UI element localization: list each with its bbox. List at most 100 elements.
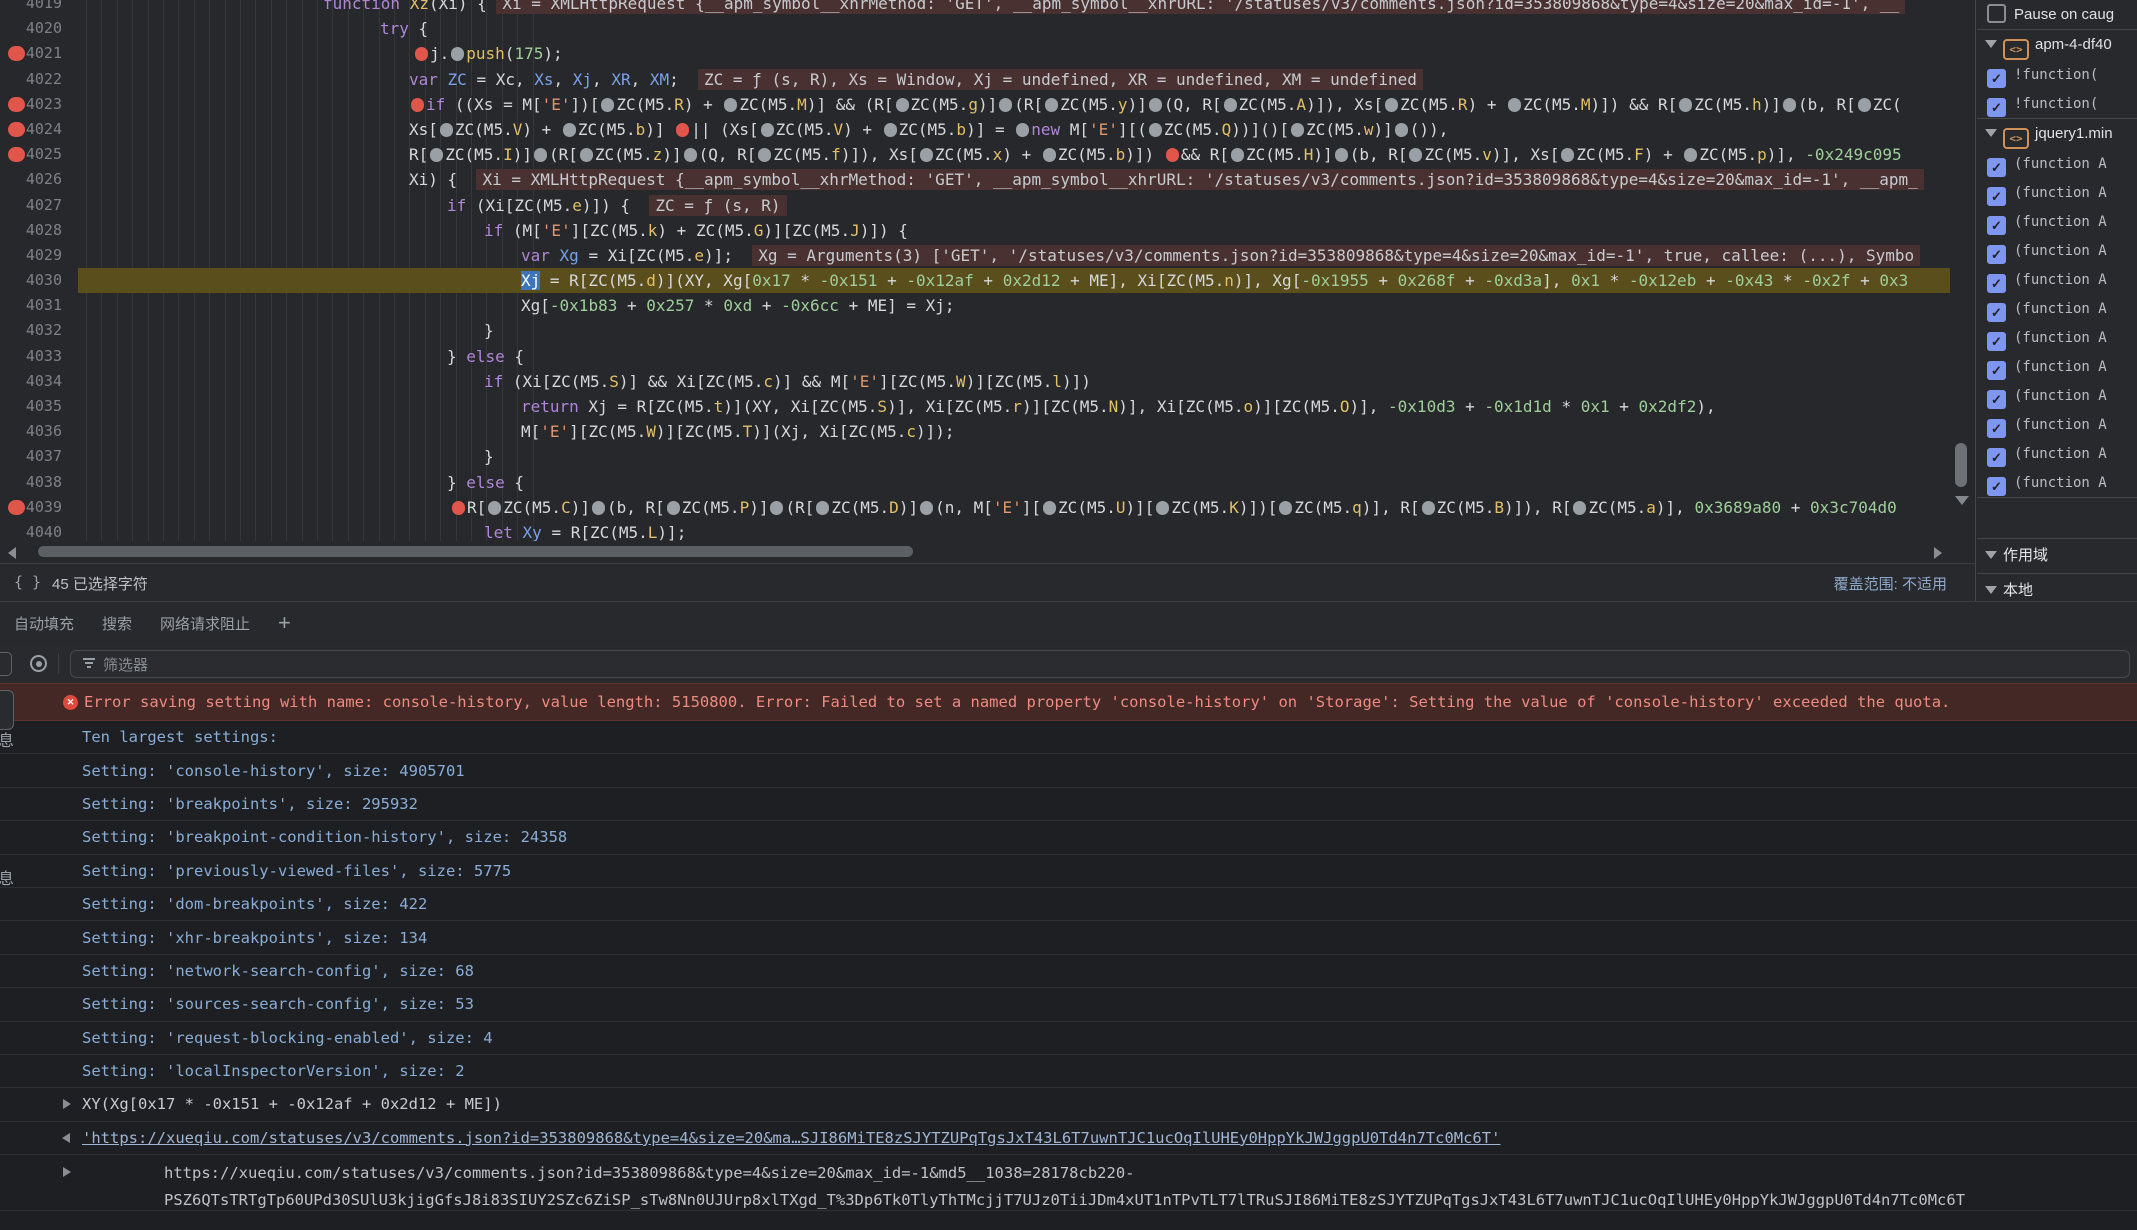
- code-line[interactable]: 4033} else {: [0, 344, 1950, 369]
- breakpoint-item[interactable]: ✓!function(: [1977, 60, 2137, 89]
- breakpoint-checkbox[interactable]: ✓: [1987, 158, 2006, 177]
- code-line[interactable]: 4029var Xg = Xi[ZC(M5.e)]; Xg = Argument…: [0, 243, 1950, 268]
- inline-breakpoint-candidate-icon[interactable]: [534, 148, 547, 162]
- scroll-left-arrow-icon[interactable]: [8, 547, 16, 559]
- inline-breakpoint-candidate-icon[interactable]: [920, 148, 933, 162]
- inline-breakpoint-active-icon[interactable]: [411, 98, 424, 112]
- breakpoint-item[interactable]: ✓(function A: [1977, 352, 2137, 381]
- breakpoint-group-header[interactable]: <>apm-4-df40: [1977, 30, 2137, 60]
- code-line[interactable]: 4037}: [0, 444, 1950, 469]
- console-log-row[interactable]: Setting: 'sources-search-config', size: …: [0, 988, 2137, 1021]
- breakpoint-checkbox[interactable]: ✓: [1987, 245, 2006, 264]
- inline-breakpoint-candidate-icon[interactable]: [1335, 148, 1348, 162]
- inline-breakpoint-candidate-icon[interactable]: [896, 98, 909, 112]
- console-log-row[interactable]: Setting: 'breakpoint-condition-history',…: [0, 821, 2137, 854]
- chevron-down-icon[interactable]: [1985, 129, 1997, 137]
- code-line[interactable]: 4027if (Xi[ZC(M5.e)]) { ZC = ƒ (s, R): [0, 193, 1950, 218]
- inline-breakpoint-candidate-icon[interactable]: [1783, 98, 1796, 112]
- expand-arrow-icon[interactable]: [63, 1099, 71, 1109]
- inline-breakpoint-candidate-icon[interactable]: [770, 501, 783, 515]
- inline-breakpoint-candidate-icon[interactable]: [488, 501, 501, 515]
- editor-vertical-scrollbar[interactable]: [1955, 443, 1967, 487]
- code-editor[interactable]: 4019function Xz(Xi) { Xi = XMLHttpReques…: [0, 0, 1950, 541]
- console-log-row[interactable]: Setting: 'dom-breakpoints', size: 422: [0, 888, 2137, 921]
- console-sidebar-sliver-label-2[interactable]: 息: [0, 865, 14, 889]
- inline-breakpoint-candidate-icon[interactable]: [1016, 123, 1029, 137]
- console-log-row[interactable]: Setting: 'breakpoints', size: 295932: [0, 788, 2137, 821]
- inline-breakpoint-candidate-icon[interactable]: [1561, 148, 1574, 162]
- breakpoint-item[interactable]: ✓!function(: [1977, 89, 2137, 119]
- console-sidebar-toggle-icon[interactable]: [0, 652, 12, 676]
- chevron-down-icon[interactable]: [1985, 40, 1997, 48]
- code-line[interactable]: 4032}: [0, 318, 1950, 343]
- console-sidebar-sliver-icon[interactable]: [0, 690, 14, 730]
- inline-breakpoint-candidate-icon[interactable]: [563, 123, 576, 137]
- inline-breakpoint-candidate-icon[interactable]: [1385, 98, 1398, 112]
- code-line[interactable]: 4023if ((Xs = M['E'])[ZC(M5.R) + ZC(M5.M…: [0, 92, 1950, 117]
- chevron-down-icon[interactable]: [1985, 551, 1997, 559]
- console-log-row[interactable]: Ten largest settings:: [0, 721, 2137, 754]
- pretty-print-icon[interactable]: { }: [14, 573, 41, 591]
- chevron-down-icon[interactable]: [1985, 586, 1997, 594]
- pause-on-caught-checkbox[interactable]: [1987, 4, 2006, 23]
- inline-breakpoint-candidate-icon[interactable]: [580, 148, 593, 162]
- code-line[interactable]: 4036M['E'][ZC(M5.W)][ZC(M5.T)](Xj, Xi[ZC…: [0, 419, 1950, 444]
- inline-breakpoint-candidate-icon[interactable]: [1858, 98, 1871, 112]
- scroll-down-arrow-icon[interactable]: [1955, 496, 1969, 505]
- breakpoint-item[interactable]: ✓(function A: [1977, 178, 2137, 207]
- inline-breakpoint-candidate-icon[interactable]: [1156, 501, 1169, 515]
- inline-breakpoint-candidate-icon[interactable]: [1679, 98, 1692, 112]
- inline-breakpoint-candidate-icon[interactable]: [1409, 148, 1422, 162]
- code-line[interactable]: 4030Xj = R[ZC(M5.d)](XY, Xg[0x17 * -0x15…: [0, 268, 1950, 293]
- inline-breakpoint-candidate-icon[interactable]: [1395, 123, 1408, 137]
- code-line[interactable]: 4031Xg[-0x1b83 + 0x257 * 0xd + -0x6cc + …: [0, 293, 1950, 318]
- console-expression-row[interactable]: XY(Xg[0x17 * -0x151 + -0x12af + 0x2d12 +…: [0, 1088, 2137, 1121]
- breakpoint-item[interactable]: ✓(function A: [1977, 468, 2137, 498]
- code-line[interactable]: 4040let Xy = R[ZC(M5.L)];: [0, 520, 1950, 541]
- inline-breakpoint-candidate-icon[interactable]: [440, 123, 453, 137]
- sidebar-section-作用域[interactable]: 作用域: [1977, 538, 2137, 573]
- inline-breakpoint-candidate-icon[interactable]: [430, 148, 443, 162]
- code-line[interactable]: 4025R[ZC(M5.I)](R[ZC(M5.z)](Q, R[ZC(M5.f…: [0, 142, 1950, 167]
- console-filter-input[interactable]: 筛选器: [70, 650, 2130, 678]
- inline-breakpoint-candidate-icon[interactable]: [816, 501, 829, 515]
- code-line[interactable]: 4026Xi) { Xi = XMLHttpRequest {__apm_sym…: [0, 167, 1950, 192]
- breakpoint-item[interactable]: ✓(function A: [1977, 236, 2137, 265]
- code-line[interactable]: 4019function Xz(Xi) { Xi = XMLHttpReques…: [0, 0, 1950, 16]
- inline-breakpoint-candidate-icon[interactable]: [758, 148, 771, 162]
- breakpoint-checkbox[interactable]: ✓: [1987, 187, 2006, 206]
- inline-breakpoint-candidate-icon[interactable]: [724, 98, 737, 112]
- scroll-right-arrow-icon[interactable]: [1934, 547, 1942, 559]
- breakpoint-item[interactable]: ✓(function A: [1977, 149, 2137, 178]
- breakpoint-item[interactable]: ✓(function A: [1977, 439, 2137, 468]
- inline-breakpoint-candidate-icon[interactable]: [1291, 123, 1304, 137]
- inline-breakpoint-candidate-icon[interactable]: [667, 501, 680, 515]
- horizontal-scroll-thumb[interactable]: [38, 546, 913, 557]
- inline-breakpoint-active-icon[interactable]: [1166, 148, 1179, 162]
- inline-breakpoint-candidate-icon[interactable]: [761, 123, 774, 137]
- breakpoint-checkbox[interactable]: ✓: [1987, 361, 2006, 380]
- inline-breakpoint-candidate-icon[interactable]: [1224, 98, 1237, 112]
- inline-breakpoint-candidate-icon[interactable]: [1149, 98, 1162, 112]
- code-line[interactable]: 4035return Xj = R[ZC(M5.t)](XY, Xi[ZC(M5…: [0, 394, 1950, 419]
- breakpoint-item[interactable]: ✓(function A: [1977, 265, 2137, 294]
- breakpoint-checkbox[interactable]: ✓: [1987, 390, 2006, 409]
- code-line[interactable]: 4024Xs[ZC(M5.V) + ZC(M5.b)] || (Xs[ZC(M5…: [0, 117, 1950, 142]
- code-line[interactable]: 4038} else {: [0, 470, 1950, 495]
- console-log-row[interactable]: Setting: 'previously-viewed-files', size…: [0, 855, 2137, 888]
- inline-breakpoint-candidate-icon[interactable]: [1573, 501, 1586, 515]
- inline-breakpoint-active-icon[interactable]: [452, 501, 465, 515]
- console-sidebar-sliver-label[interactable]: 息: [0, 727, 14, 751]
- code-line[interactable]: 4021j.push(175);: [0, 41, 1950, 66]
- breakpoint-checkbox[interactable]: ✓: [1987, 332, 2006, 351]
- sidebar-section-本地[interactable]: 本地: [1977, 573, 2137, 601]
- console-result-row[interactable]: 'https://xueqiu.com/statuses/v3/comments…: [0, 1122, 2137, 1155]
- drawer-tab-自动填充[interactable]: 自动填充: [14, 613, 74, 634]
- console-error-row[interactable]: ✕ Error saving setting with name: consol…: [0, 683, 2137, 721]
- pause-on-caught-row[interactable]: Pause on caug: [1977, 0, 2137, 30]
- inline-breakpoint-candidate-icon[interactable]: [920, 501, 933, 515]
- inline-breakpoint-candidate-icon[interactable]: [884, 123, 897, 137]
- console-log-row[interactable]: Setting: 'localInspectorVersion', size: …: [0, 1055, 2137, 1088]
- inline-breakpoint-candidate-icon[interactable]: [1508, 98, 1521, 112]
- breakpoint-checkbox[interactable]: ✓: [1987, 419, 2006, 438]
